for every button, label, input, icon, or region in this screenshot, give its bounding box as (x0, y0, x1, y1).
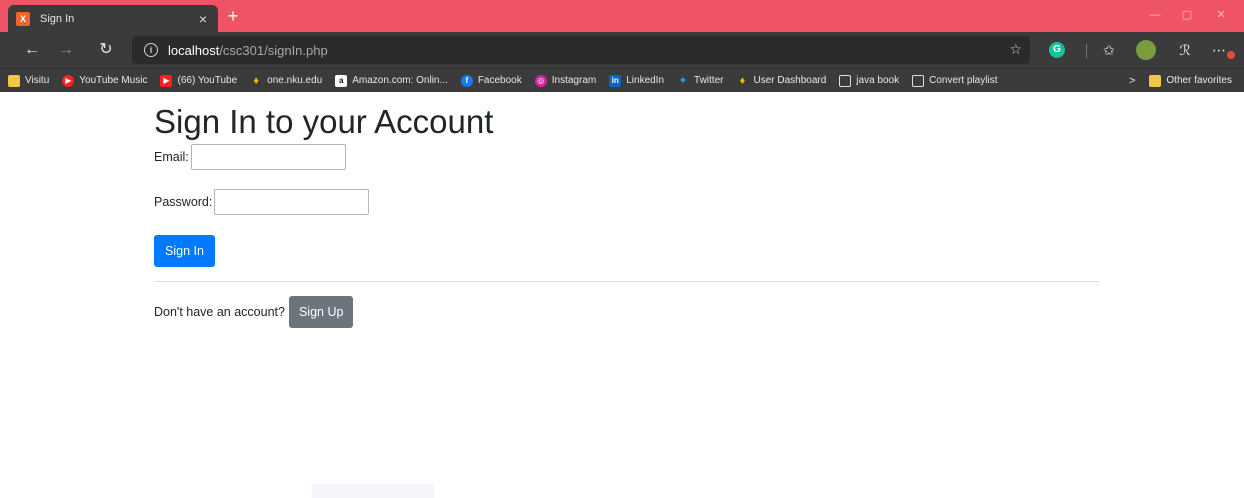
forward-icon[interactable]: → (56, 40, 76, 60)
bookmark-label: Facebook (477, 75, 522, 86)
password-label: Password: (154, 195, 213, 209)
favorite-star-icon[interactable]: ☆ (1009, 41, 1022, 58)
maximize-button[interactable]: ▢ (1172, 6, 1202, 24)
bookmark-label: Twitter (694, 75, 724, 86)
faded-overlay (312, 484, 434, 498)
address-bar[interactable]: i localhost/csc301/signIn.php ☆ (132, 36, 1030, 64)
site-info-icon[interactable]: i (144, 43, 158, 57)
bookmarks-bar: Visitu ▶ YouTube Music ▶ (66) YouTube ♦ one… (0, 68, 1244, 92)
browser-tab[interactable]: X Sign In × (8, 5, 218, 32)
signin-page: Sign In to your Account Email: Password:… (154, 92, 1100, 328)
email-row: Email: (154, 144, 1100, 170)
bookmark-youtube[interactable]: ▶ (66) YouTube (160, 74, 238, 87)
signup-row: Don't have an account? Sign Up (154, 296, 1100, 328)
address-host: localhost (168, 42, 220, 58)
bookmark-linkedin[interactable]: in LinkedIn (609, 74, 665, 87)
collections-icon[interactable]: ℛ (1174, 40, 1196, 60)
bookmark-facebook[interactable]: f Facebook (460, 74, 522, 87)
new-tab-button[interactable]: + (224, 5, 242, 27)
bookmark-youtube-music[interactable]: ▶ YouTube Music (62, 74, 148, 87)
tab-title: Sign In (40, 12, 75, 25)
favorites-icon[interactable]: ✩ (1098, 40, 1120, 60)
linkedin-icon: in (609, 74, 622, 87)
nku-icon: ♦ (253, 74, 259, 87)
minimize-button[interactable]: — (1140, 6, 1170, 24)
password-row: Password: (154, 189, 1100, 215)
bookmark-java-book[interactable]: java book (839, 74, 900, 87)
tab-close-icon[interactable]: × (196, 11, 210, 27)
bookmark-label: LinkedIn (626, 75, 665, 86)
instagram-icon: ◎ (534, 74, 547, 87)
bookmark-label: Convert playlist (929, 75, 998, 86)
xampp-favicon-icon: X (16, 11, 30, 26)
bookmark-amazon[interactable]: a Amazon.com: Onlin... (335, 74, 448, 87)
close-window-button[interactable]: ✕ (1206, 6, 1236, 24)
other-favorites[interactable]: > Other favorites (1129, 69, 1232, 92)
page-icon (912, 74, 925, 87)
sign-in-button[interactable]: Sign In (154, 235, 215, 267)
bookmark-instagram[interactable]: ◎ Instagram (534, 74, 597, 87)
bookmark-label: one.nku.edu (267, 75, 323, 86)
folder-icon (8, 74, 20, 87)
password-field[interactable] (214, 189, 370, 215)
profile-avatar[interactable] (1136, 40, 1156, 60)
browser-toolbar: ← → ↻ i localhost/csc301/signIn.php ☆ G … (0, 32, 1244, 68)
bookmark-twitter[interactable]: ✦ Twitter (677, 75, 723, 87)
back-icon[interactable]: ← (22, 40, 42, 60)
browser-title-bar: X Sign In × + — ▢ ✕ (0, 0, 1244, 32)
page-icon (839, 74, 852, 87)
youtube-icon: ▶ (160, 74, 173, 87)
bookmark-label: java book (856, 75, 900, 86)
bookmark-convert-playlist[interactable]: Convert playlist (912, 74, 998, 87)
divider (154, 281, 1100, 282)
facebook-icon: f (460, 74, 473, 87)
chevron-right-icon[interactable]: > (1129, 75, 1135, 87)
twitter-icon: ✦ (678, 75, 688, 87)
other-favorites-label: Other favorites (1166, 75, 1232, 86)
email-label: Email: (154, 150, 189, 164)
bookmark-label: Amazon.com: Onlin... (352, 75, 448, 86)
page-title: Sign In to your Account (154, 103, 494, 140)
bookmark-one-nku[interactable]: ♦ one.nku.edu (250, 75, 322, 87)
bookmark-label: (66) YouTube (177, 75, 238, 86)
address-path: /csc301/signIn.php (219, 42, 328, 58)
bookmark-label: User Dashboard (753, 75, 827, 86)
youtube-music-icon: ▶ (62, 74, 75, 87)
signup-prompt: Don't have an account? (154, 305, 285, 319)
bookmark-user-dashboard[interactable]: ♦ User Dashboard (736, 74, 827, 87)
amazon-icon: a (335, 74, 348, 87)
sign-up-button[interactable]: Sign Up (288, 296, 354, 328)
notification-badge (1227, 51, 1235, 59)
bookmark-label: Instagram (551, 75, 597, 86)
email-field[interactable] (190, 144, 346, 170)
folder-icon (1149, 74, 1162, 87)
grammarly-extension-icon[interactable]: G (1049, 42, 1065, 58)
bookmark-label: YouTube Music (79, 75, 148, 86)
bookmark-label: Visitu (25, 75, 50, 86)
refresh-icon[interactable]: ↻ (96, 40, 116, 60)
toolbar-divider (1086, 44, 1087, 58)
bookmark-visitu[interactable]: Visitu (8, 74, 50, 87)
nku-icon: ♦ (739, 74, 746, 87)
